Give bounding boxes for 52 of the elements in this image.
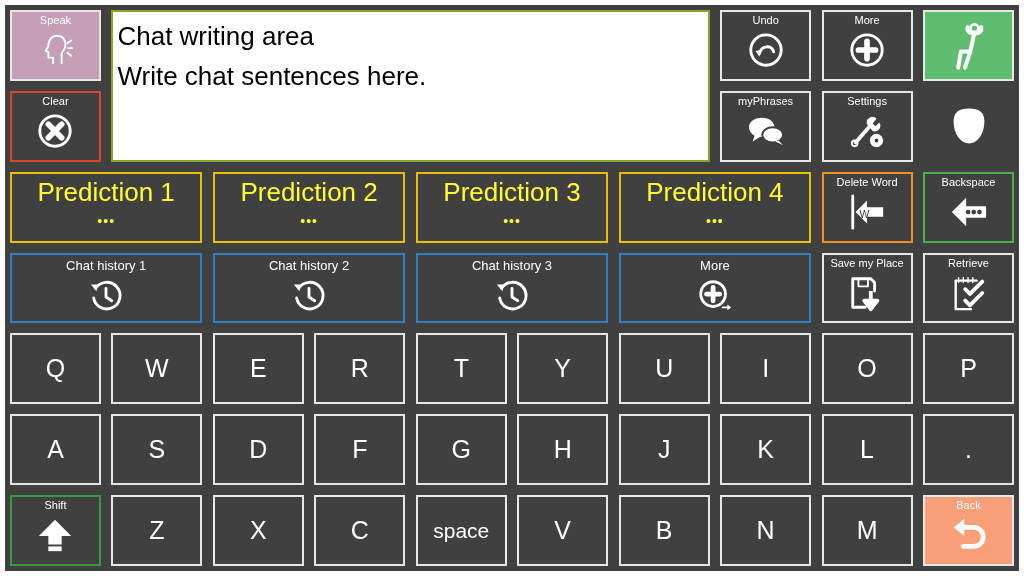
- keyboard-key[interactable]: J: [618, 414, 710, 486]
- keyboard-key[interactable]: U: [618, 333, 710, 405]
- relax-button[interactable]: [923, 10, 1014, 81]
- keyboard-key[interactable]: space: [415, 495, 507, 566]
- phrases-button[interactable]: myPhrases: [720, 90, 812, 162]
- undo-button[interactable]: Undo: [720, 10, 812, 81]
- icon-text: W: [859, 208, 870, 220]
- keyboard-key[interactable]: Z: [111, 495, 203, 566]
- keyboard-key[interactable]: C: [314, 495, 406, 566]
- keyboard-key[interactable]: I: [720, 333, 812, 405]
- plus-icon: [848, 31, 887, 69]
- keyboard-key[interactable]: F: [314, 414, 406, 486]
- keyboard-key[interactable]: W: [111, 333, 203, 405]
- chat-history-button[interactable]: Chat history 1: [10, 252, 203, 324]
- keyboard-key[interactable]: O: [821, 333, 913, 405]
- prediction-button[interactable]: Prediction 2 •••: [212, 171, 406, 243]
- keyboard-key[interactable]: Q: [10, 333, 101, 405]
- prediction-button[interactable]: Prediction 3 •••: [415, 171, 609, 243]
- chat-history-button[interactable]: Chat history 3: [415, 252, 609, 324]
- keyboard-key[interactable]: X: [212, 495, 304, 566]
- keyboard-key[interactable]: E: [212, 333, 304, 405]
- keyboard-key[interactable]: N: [720, 495, 812, 566]
- keyboard-key[interactable]: V: [517, 495, 609, 566]
- prediction-button[interactable]: Prediction 1 •••: [10, 171, 203, 243]
- settings-button[interactable]: Settings: [821, 90, 913, 162]
- keyboard-key[interactable]: B: [618, 495, 710, 566]
- keyboard-key[interactable]: P: [923, 333, 1014, 405]
- prediction-button[interactable]: Prediction 4 •••: [618, 171, 812, 243]
- close-icon: [36, 111, 75, 150]
- retrieve-button[interactable]: Retrieve: [923, 252, 1014, 324]
- backspace-button[interactable]: Backspace: [923, 171, 1014, 243]
- undo-icon: [746, 31, 785, 69]
- keyboard-key[interactable]: R: [314, 333, 406, 405]
- chat-history-button[interactable]: Chat history 2: [212, 252, 406, 324]
- keyboard-key[interactable]: H: [517, 414, 609, 486]
- keyboard-key[interactable]: L: [821, 414, 913, 486]
- clear-button[interactable]: Clear: [10, 90, 101, 162]
- more-history-button[interactable]: More: [618, 252, 812, 324]
- chat-writing-field[interactable]: Chat writing area Write chat sentences here.: [111, 10, 710, 162]
- keyboard-key[interactable]: S: [111, 414, 203, 486]
- keyboard-key[interactable]: K: [720, 414, 812, 486]
- keyboard-key[interactable]: .: [923, 414, 1014, 486]
- keyboard-key[interactable]: M: [821, 495, 913, 566]
- keyboard-key[interactable]: T: [415, 333, 507, 405]
- more-button[interactable]: More: [821, 10, 913, 81]
- keyboard-key[interactable]: A: [10, 414, 101, 486]
- delete-word-button[interactable]: Delete Word W: [821, 171, 913, 243]
- save-place-button[interactable]: Save my Place: [821, 252, 913, 324]
- keyboard-key[interactable]: D: [212, 414, 304, 486]
- shift-key[interactable]: Shift: [10, 495, 101, 566]
- keyboard-key[interactable]: Y: [517, 333, 609, 405]
- keyboard-key[interactable]: G: [415, 414, 507, 486]
